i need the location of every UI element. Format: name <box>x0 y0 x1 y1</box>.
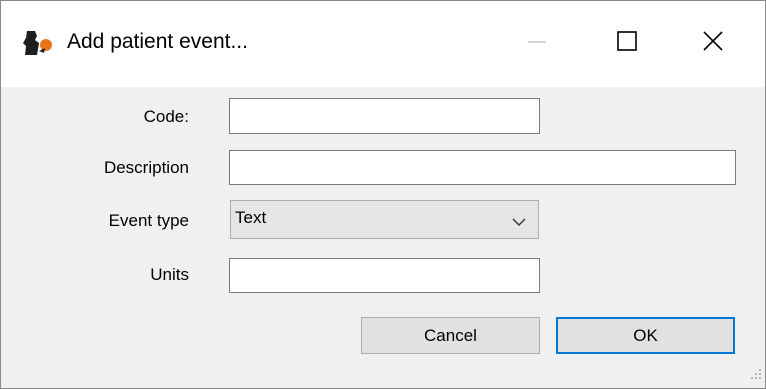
event-type-selected-value: Text <box>235 208 267 227</box>
close-button[interactable] <box>693 23 733 63</box>
code-input[interactable] <box>229 98 540 134</box>
minimize-button[interactable] <box>517 23 557 63</box>
cancel-button[interactable]: Cancel <box>361 317 540 354</box>
resize-grip-icon[interactable] <box>750 367 762 385</box>
units-label: Units <box>150 265 189 284</box>
chevron-down-icon <box>512 214 526 232</box>
code-label: Code: <box>143 107 189 126</box>
ok-button[interactable]: OK <box>556 317 735 354</box>
close-icon <box>703 30 723 56</box>
window-title: Add patient event... <box>67 30 248 53</box>
maximize-button[interactable] <box>607 23 647 63</box>
units-input[interactable] <box>229 258 540 293</box>
title-bar[interactable]: Add patient event... <box>1 1 765 87</box>
event-type-select[interactable]: Text <box>230 200 539 239</box>
description-label: Description <box>103 158 189 177</box>
maximize-icon <box>617 30 637 56</box>
event-type-label: Event type <box>108 211 189 230</box>
add-patient-event-dialog: Add patient event... Code: Description E… <box>0 0 766 389</box>
minimize-icon <box>528 32 546 55</box>
app-icon <box>23 29 57 57</box>
description-input[interactable] <box>229 150 736 185</box>
